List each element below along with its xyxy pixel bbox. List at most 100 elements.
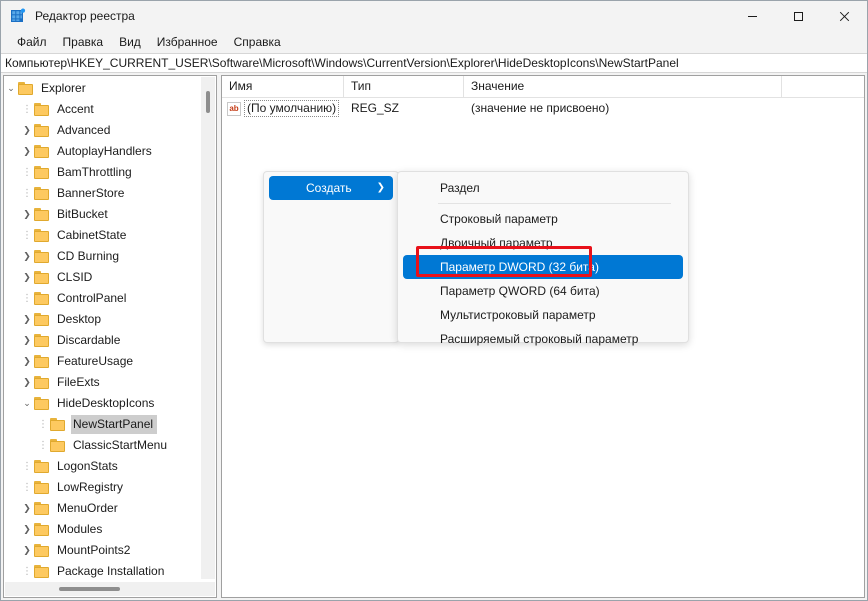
menu-edit[interactable]: Правка <box>55 33 112 52</box>
tree-item-label: HideDesktopIcons <box>57 396 155 410</box>
chevron-right-icon[interactable]: ❯ <box>20 142 34 162</box>
tree-item-label: Package Installation <box>57 564 165 578</box>
tree-item-label: FeatureUsage <box>57 354 134 368</box>
context-submenu-item-6[interactable]: Расширяемый строковый параметр <box>403 327 683 351</box>
chevron-right-icon[interactable]: ❯ <box>20 205 34 225</box>
address-bar[interactable]: Компьютер\HKEY_CURRENT_USER\Software\Mic… <box>1 53 867 73</box>
tree-item-label: Explorer <box>41 81 86 95</box>
chevron-right-icon[interactable]: ❯ <box>20 268 34 288</box>
registry-tree-panel: ⌄ Explorer ⋮ Accent ❯ Advanced ❯ AutoplayHandle… <box>3 75 217 598</box>
tree-item-bamthrottling[interactable]: ⋮ BamThrottling <box>4 162 202 183</box>
tree-item-lowregistry[interactable]: ⋮ LowRegistry <box>4 477 202 498</box>
context-submenu-item-0[interactable]: Раздел <box>403 176 683 200</box>
tree-item-menuorder[interactable]: ❯ MenuOrder <box>4 498 202 519</box>
window-controls <box>729 1 867 31</box>
tree-item-logonstats[interactable]: ⋮ LogonStats <box>4 456 202 477</box>
tree-item-cd-burning[interactable]: ❯ CD Burning <box>4 246 202 267</box>
context-menu-item-new[interactable]: Создать ❯ <box>269 176 393 200</box>
context-menu: Создать ❯ <box>263 171 399 343</box>
table-row[interactable]: ab (По умолчанию) REG_SZ (значение не пр… <box>222 98 864 119</box>
tree-item-package-installation[interactable]: ⋮ Package Installation <box>4 561 202 580</box>
tree-item-desktop[interactable]: ❯ Desktop <box>4 309 202 330</box>
value-name-label: (По умолчанию) <box>244 100 340 117</box>
chevron-right-icon[interactable]: ❯ <box>20 331 34 351</box>
chevron-right-icon[interactable]: ❯ <box>20 373 34 393</box>
minimize-button[interactable] <box>729 1 775 31</box>
column-header-value[interactable]: Значение <box>464 76 782 97</box>
tree-item-label: Desktop <box>57 312 102 326</box>
tree-horizontal-scroll-thumb[interactable] <box>59 587 120 591</box>
status-bar <box>1 598 867 600</box>
tree-item-clsid[interactable]: ❯ CLSID <box>4 267 202 288</box>
folder-icon <box>18 82 34 95</box>
menu-favorites[interactable]: Избранное <box>149 33 226 52</box>
tree-item-explorer[interactable]: ⌄ Explorer <box>4 78 202 99</box>
chevron-right-icon: ❯ <box>376 182 385 193</box>
tree-item-autoplayhandlers[interactable]: ❯ AutoplayHandlers <box>4 141 202 162</box>
tree-item-bitbucket[interactable]: ❯ BitBucket <box>4 204 202 225</box>
tree-item-controlpanel[interactable]: ⋮ ControlPanel <box>4 288 202 309</box>
close-button[interactable] <box>821 1 867 31</box>
context-submenu-item-4[interactable]: Параметр QWORD (64 бита) <box>403 279 683 303</box>
tree-scroll-corner <box>201 582 215 596</box>
tree-vertical-scroll-thumb[interactable] <box>206 91 210 113</box>
tree-item-modules[interactable]: ❯ Modules <box>4 519 202 540</box>
chevron-down-icon[interactable]: ⌄ <box>4 79 18 99</box>
chevron-right-icon[interactable]: ❯ <box>20 499 34 519</box>
tree-item-label: ControlPanel <box>57 291 127 305</box>
tree-item-fileexts[interactable]: ❯ FileExts <box>4 372 202 393</box>
context-submenu-item-label: Двоичный параметр <box>440 235 553 250</box>
tree-item-accent[interactable]: ⋮ Accent <box>4 99 202 120</box>
chevron-right-icon[interactable]: ❯ <box>20 247 34 267</box>
chevron-down-icon[interactable]: ⌄ <box>20 394 34 414</box>
tree-connector-dots: ⋮ <box>22 104 32 115</box>
folder-icon <box>34 229 50 242</box>
context-submenu-item-label: Расширяемый строковый параметр <box>440 331 639 346</box>
tree-item-label: MenuOrder <box>57 501 118 515</box>
context-submenu-item-label: Строковый параметр <box>440 211 558 226</box>
column-header-type[interactable]: Тип <box>344 76 464 97</box>
tree-item-label: Discardable <box>57 333 121 347</box>
maximize-button[interactable] <box>775 1 821 31</box>
menu-help[interactable]: Справка <box>226 33 289 52</box>
context-submenu-separator <box>438 203 671 204</box>
chevron-right-icon[interactable]: ❯ <box>20 520 34 540</box>
tree-connector-dots: ⋮ <box>22 566 32 577</box>
tree-item-classicstartmenu[interactable]: ⋮ ClassicStartMenu <box>4 435 202 456</box>
tree-item-label: BamThrottling <box>57 165 132 179</box>
folder-icon <box>34 334 50 347</box>
tree-item-mountpoints2[interactable]: ❯ MountPoints2 <box>4 540 202 561</box>
tree-item-label: LowRegistry <box>57 480 124 494</box>
chevron-right-icon[interactable]: ❯ <box>20 310 34 330</box>
context-submenu-item-1[interactable]: Строковый параметр <box>403 207 683 231</box>
chevron-right-icon[interactable]: ❯ <box>20 541 34 561</box>
chevron-right-icon[interactable]: ❯ <box>20 121 34 141</box>
tree-item-advanced[interactable]: ❯ Advanced <box>4 120 202 141</box>
menu-file[interactable]: Файл <box>9 33 55 52</box>
chevron-right-icon[interactable]: ❯ <box>20 352 34 372</box>
tree-item-hidedesktopicons[interactable]: ⌄ HideDesktopIcons <box>4 393 202 414</box>
folder-icon <box>34 355 50 368</box>
context-submenu-item-3[interactable]: Параметр DWORD (32 бита) <box>403 255 683 279</box>
tree-item-featureusage[interactable]: ❯ FeatureUsage <box>4 351 202 372</box>
tree-item-cabinetstate[interactable]: ⋮ CabinetState <box>4 225 202 246</box>
folder-icon <box>34 166 50 179</box>
tree-item-discardable[interactable]: ❯ Discardable <box>4 330 202 351</box>
column-header-name[interactable]: Имя <box>222 76 344 97</box>
tree-item-newstartpanel[interactable]: ⋮ NewStartPanel <box>4 414 202 435</box>
context-submenu-item-5[interactable]: Мультистроковый параметр <box>403 303 683 327</box>
tree-item-label: Modules <box>57 522 103 536</box>
tree-connector-dots: ⋮ <box>22 293 32 304</box>
context-submenu-item-2[interactable]: Двоичный параметр <box>403 231 683 255</box>
tree-item-bannerstore[interactable]: ⋮ BannerStore <box>4 183 202 204</box>
tree-connector-dots: ⋮ <box>22 482 32 493</box>
folder-icon <box>50 439 66 452</box>
menu-view[interactable]: Вид <box>111 33 149 52</box>
context-submenu-item-label: Раздел <box>440 180 480 195</box>
folder-icon <box>34 544 50 557</box>
tree-vertical-scrollbar[interactable] <box>201 77 215 579</box>
menu-bar: Файл Правка Вид Избранное Справка <box>1 31 867 53</box>
value-data-cell: (значение не присвоено) <box>471 101 610 115</box>
tree-item-label: FileExts <box>57 375 100 389</box>
tree-horizontal-scrollbar[interactable] <box>5 582 201 596</box>
